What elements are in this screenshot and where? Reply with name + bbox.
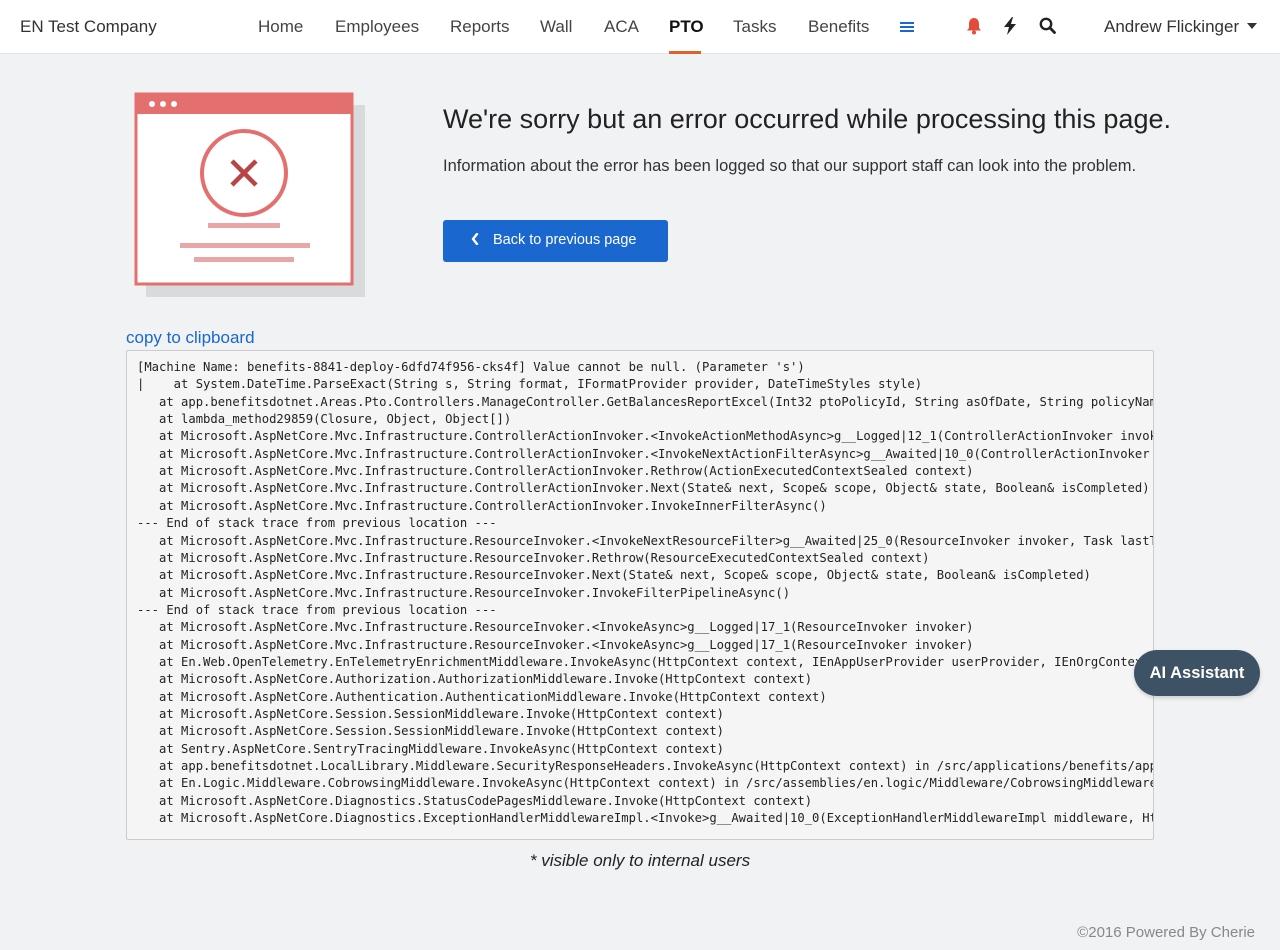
stack-trace-line: at lambda_method29859(Closure, Object, O… xyxy=(137,412,512,427)
nav-pto[interactable]: PTO xyxy=(669,17,704,37)
back-to-previous-page-button[interactable]: Back to previous page xyxy=(443,220,668,262)
stack-trace-line: at Microsoft.AspNetCore.Mvc.Infrastructu… xyxy=(137,550,930,565)
stack-trace-line: at En.Logic.Middleware.CobrowsingMiddlew… xyxy=(137,776,1154,791)
back-button-label: Back to previous page xyxy=(493,232,637,248)
user-menu[interactable]: Andrew Flickinger xyxy=(1104,17,1258,37)
nav-benefits[interactable]: Benefits xyxy=(808,17,869,37)
stack-trace-line: at Microsoft.AspNetCore.Session.SessionM… xyxy=(137,707,724,721)
error-illustration xyxy=(134,92,366,303)
stack-trace-line: at Microsoft.AspNetCore.Authentication.A… xyxy=(137,689,827,704)
stack-trace-line: at Microsoft.AspNetCore.Mvc.Infrastructu… xyxy=(137,464,974,479)
stack-trace-line: at Microsoft.AspNetCore.Mvc.Infrastructu… xyxy=(137,498,827,513)
ai-assistant-button[interactable]: AI Assistant xyxy=(1134,650,1260,696)
stack-trace-line: at Microsoft.AspNetCore.Authorization.Au… xyxy=(137,672,813,687)
top-nav: EN Test Company Home Employees Reports W… xyxy=(0,0,1280,54)
active-tab-indicator xyxy=(669,51,701,54)
user-name: Andrew Flickinger xyxy=(1104,17,1240,36)
bell-icon[interactable] xyxy=(966,17,982,40)
company-name[interactable]: EN Test Company xyxy=(20,17,157,37)
stack-trace-line: at Microsoft.AspNetCore.Mvc.Infrastructu… xyxy=(137,481,1150,496)
stack-trace-line: at Microsoft.AspNetCore.Mvc.Infrastructu… xyxy=(137,568,1091,583)
copy-to-clipboard-link[interactable]: copy to clipboard xyxy=(126,328,255,348)
stack-trace-line: at Microsoft.AspNetCore.Mvc.Infrastructu… xyxy=(137,585,791,600)
stack-trace-line: at Microsoft.AspNetCore.Diagnostics.Stat… xyxy=(137,793,813,808)
stack-trace-box[interactable]: [Machine Name: benefits-8841-deploy-6dfd… xyxy=(126,350,1154,840)
menu-icon[interactable] xyxy=(900,20,914,39)
chevron-left-icon xyxy=(471,232,479,249)
lightning-icon[interactable] xyxy=(1003,17,1017,40)
stack-trace-line: at Microsoft.AspNetCore.Mvc.Infrastructu… xyxy=(137,620,974,635)
stack-trace-line: at app.benefitsdotnet.Areas.Pto.Controll… xyxy=(137,394,1154,409)
stack-trace-line: at Microsoft.AspNetCore.Mvc.Infrastructu… xyxy=(137,446,1154,461)
nav-tasks[interactable]: Tasks xyxy=(733,17,776,37)
error-title: We're sorry but an error occurred while … xyxy=(443,104,1171,134)
caret-down-icon xyxy=(1247,23,1258,29)
stack-trace-line: at Microsoft.AspNetCore.Mvc.Infrastructu… xyxy=(137,533,1154,548)
nav-aca[interactable]: ACA xyxy=(604,17,639,37)
nav-reports[interactable]: Reports xyxy=(450,17,510,37)
stack-trace-line: at Microsoft.AspNetCore.Mvc.Infrastructu… xyxy=(137,429,1154,444)
stack-trace-line: at app.benefitsdotnet.LocalLibrary.Middl… xyxy=(137,759,1154,774)
stack-trace-line: at Microsoft.AspNetCore.Mvc.Infrastructu… xyxy=(137,637,974,652)
stack-trace-line: | at System.DateTime.ParseExact(String s… xyxy=(137,377,923,392)
search-icon[interactable] xyxy=(1039,17,1056,39)
stack-trace-line: at Sentry.AspNetCore.SentryTracingMiddle… xyxy=(137,741,724,756)
nav-home[interactable]: Home xyxy=(258,17,303,37)
stack-trace-line: --- End of stack trace from previous loc… xyxy=(137,602,497,617)
nav-employees[interactable]: Employees xyxy=(335,17,419,37)
internal-users-note: * visible only to internal users xyxy=(529,851,751,870)
error-description: Information about the error has been log… xyxy=(443,157,1137,175)
stack-trace-line: at Microsoft.AspNetCore.Session.SessionM… xyxy=(137,724,724,739)
stack-trace-line: --- End of stack trace from previous loc… xyxy=(137,516,497,531)
stack-trace-line: [Machine Name: benefits-8841-deploy-6dfd… xyxy=(137,360,805,374)
footer-copyright: ©2016 Powered By Cherie xyxy=(1077,924,1255,941)
stack-trace-line: at Microsoft.AspNetCore.Diagnostics.Exce… xyxy=(137,811,1154,826)
stack-trace-line: at En.Web.OpenTelemetry.EnTelemetryEnric… xyxy=(137,654,1154,669)
nav-wall[interactable]: Wall xyxy=(540,17,572,37)
